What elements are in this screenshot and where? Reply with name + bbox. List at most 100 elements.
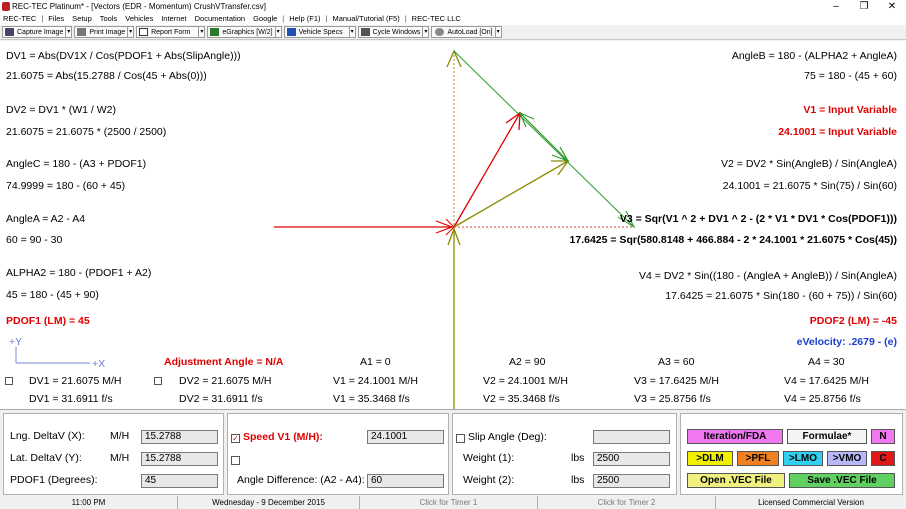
v3-mh: V3 = 17.6425 M/H <box>634 375 719 387</box>
save-vec-button[interactable]: Save .VEC File <box>789 473 895 488</box>
lmo-button[interactable]: >LMO <box>783 451 823 466</box>
menu-manual[interactable]: Manual/Tutorial (F5) <box>328 13 403 25</box>
formulae-button[interactable]: Formulae* <box>787 429 867 444</box>
weight1-unit: lbs <box>571 452 585 464</box>
vmo-button[interactable]: >VMO <box>827 451 867 466</box>
angle-difference-input[interactable]: 60 <box>367 474 444 488</box>
angle-a4: A4 = 30 <box>808 356 845 368</box>
weight2-input[interactable]: 2500 <box>593 474 670 488</box>
menu-internet[interactable]: Internet <box>157 13 190 25</box>
v1-fs: V1 = 35.3468 f/s <box>333 393 410 405</box>
pdof1-input-label: PDOF1 (Degrees): <box>10 474 98 486</box>
v2-fs: V2 = 35.3468 f/s <box>483 393 560 405</box>
autoload-button[interactable]: AutoLoad [On] <box>431 26 496 38</box>
dv1-calc: 21.6075 = Abs(15.2788 / Cos(45 + Abs(0))… <box>6 70 207 82</box>
vehicle-dropdown[interactable]: ▾ <box>348 26 356 38</box>
speed-v1-checkbox[interactable]: ✓ <box>231 434 240 443</box>
menu-help[interactable]: Help (F1) <box>285 13 324 25</box>
timer1-button[interactable]: Click for Timer 1 <box>360 496 538 509</box>
open-vec-button[interactable]: Open .VEC File <box>687 473 785 488</box>
menu-rectec-llc[interactable]: REC-TEC LLC <box>408 13 465 25</box>
lat-deltav-input[interactable]: 15.2788 <box>141 452 218 466</box>
timer2-button[interactable]: Click for Timer 2 <box>538 496 716 509</box>
capture-image-button[interactable]: Capture Image <box>2 26 67 38</box>
menu-vehicles[interactable]: Vehicles <box>121 13 157 25</box>
report-form-button[interactable]: Report Form <box>136 26 200 38</box>
adjustment-angle: Adjustment Angle = N/A <box>164 356 284 368</box>
speed-panel: ✓ Speed V1 (M/H): 24.1001 Angle Differen… <box>227 413 449 495</box>
menu-rectec[interactable]: REC-TEC <box>0 13 40 25</box>
angle-difference-label: Angle Difference: (A2 - A4): <box>237 474 365 486</box>
weight1-input[interactable]: 2500 <box>593 452 670 466</box>
v1-calc: 24.1001 = Input Variable <box>778 126 897 138</box>
capture-dropdown[interactable]: ▾ <box>65 26 73 38</box>
pdof1-label: PDOF1 (LM) = 45 <box>6 315 90 327</box>
status-time: 11:00 PM <box>0 496 178 509</box>
menu-google[interactable]: Google <box>249 13 281 25</box>
dv2-checkbox[interactable] <box>154 377 162 385</box>
slip-angle-label: Slip Angle (Deg): <box>468 431 547 443</box>
autoload-dropdown[interactable]: ▾ <box>494 26 502 38</box>
v4-fs: V4 = 25.8756 f/s <box>784 393 861 405</box>
status-license: Licensed Commercial Version <box>758 498 864 507</box>
dv1-formula: DV1 = Abs(DV1X / Cos(PDOF1 + Abs(SlipAng… <box>6 50 241 62</box>
v3-calc: 17.6425 = Sqr(580.8148 + 466.884 - 2 * 2… <box>569 234 897 246</box>
dv1-mh: DV1 = 21.6075 M/H <box>29 375 122 387</box>
dlm-button[interactable]: >DLM <box>687 451 733 466</box>
menu-setup[interactable]: Setup <box>68 13 96 25</box>
egraphics-dropdown[interactable]: ▾ <box>274 26 282 38</box>
egraphics-button[interactable]: eGraphics [W/2] <box>207 26 276 38</box>
alpha2-calc: 45 = 180 - (45 + 90) <box>6 289 99 301</box>
pdof1-input[interactable]: 45 <box>141 474 218 488</box>
lat-deltav-label: Lat. DeltaV (Y): <box>10 452 82 464</box>
vector-v3 <box>453 112 521 228</box>
pfl-button[interactable]: >PFL <box>737 451 779 466</box>
weight-panel: Slip Angle (Deg): Weight (1): lbs 2500 W… <box>452 413 677 495</box>
minimize-button[interactable]: – <box>822 0 850 13</box>
action-panel: Iteration/FDA Formulae* N >DLM >PFL >LMO… <box>680 413 903 495</box>
document-icon <box>139 28 149 36</box>
iteration-fda-button[interactable]: Iteration/FDA <box>687 429 783 444</box>
v3-formula: V3 = Sqr(V1 ^ 2 + DV1 ^ 2 - (2 * V1 * DV… <box>619 213 897 225</box>
aux-checkbox[interactable] <box>231 456 240 465</box>
angle-a3: A3 = 60 <box>658 356 695 368</box>
maximize-button[interactable]: ❐ <box>850 0 878 13</box>
v4-mh: V4 = 17.6425 M/H <box>784 375 869 387</box>
speed-v1-label: Speed V1 (M/H): <box>243 431 323 443</box>
car-icon <box>286 28 296 36</box>
evelocity-label: eVelocity: .2679 - (e) <box>796 336 897 348</box>
menu-documentation[interactable]: Documentation <box>191 13 249 25</box>
v4-formula: V4 = DV2 * Sin((180 - (AngleA + AngleB))… <box>639 270 897 282</box>
windows-icon <box>360 28 370 36</box>
dv1-checkbox[interactable] <box>5 377 13 385</box>
vector-diagram-area: DV1 = Abs(DV1X / Cos(PDOF1 + Abs(SlipAng… <box>0 41 906 409</box>
weight2-unit: lbs <box>571 474 585 486</box>
input-panel: Lng. DeltaV (X): M/H 15.2788 Lat. DeltaV… <box>0 409 906 496</box>
c-button[interactable]: C <box>871 451 895 466</box>
app-icon <box>2 2 10 11</box>
print-dropdown[interactable]: ▾ <box>127 26 135 38</box>
slip-angle-input[interactable] <box>593 430 670 444</box>
report-dropdown[interactable]: ▾ <box>198 26 206 38</box>
status-date: Wednesday - 9 December 2015 <box>178 496 360 509</box>
print-image-button[interactable]: Print Image <box>74 26 129 38</box>
status-bar: 11:00 PM Wednesday - 9 December 2015 Cli… <box>0 496 906 509</box>
slip-angle-checkbox[interactable] <box>456 434 465 443</box>
cycle-dropdown[interactable]: ▾ <box>422 26 430 38</box>
y-axis-label: +Y <box>9 336 23 348</box>
n-button[interactable]: N <box>871 429 895 444</box>
dv2-formula: DV2 = DV1 * (W1 / W2) <box>6 104 116 116</box>
menu-tools[interactable]: Tools <box>96 13 122 25</box>
menu-bar: REC-TEC | Files Setup Tools Vehicles Int… <box>0 13 906 25</box>
lng-deltav-input[interactable]: 15.2788 <box>141 430 218 444</box>
lng-deltav-label: Lng. DeltaV (X): <box>10 430 85 442</box>
menu-files[interactable]: Files <box>44 13 68 25</box>
vector-v4 <box>453 160 569 228</box>
close-button[interactable]: ✕ <box>878 0 906 13</box>
speed-v1-input[interactable]: 24.1001 <box>367 430 444 444</box>
angleb-formula: AngleB = 180 - (ALPHA2 + AngleA) <box>731 50 897 62</box>
anglea-calc: 60 = 90 - 30 <box>6 234 63 246</box>
cycle-windows-button[interactable]: Cycle Windows <box>357 26 424 38</box>
vehicle-specs-button[interactable]: Vehicle Specs <box>283 26 350 38</box>
anglec-calc: 74.9999 = 180 - (60 + 45) <box>6 180 126 192</box>
